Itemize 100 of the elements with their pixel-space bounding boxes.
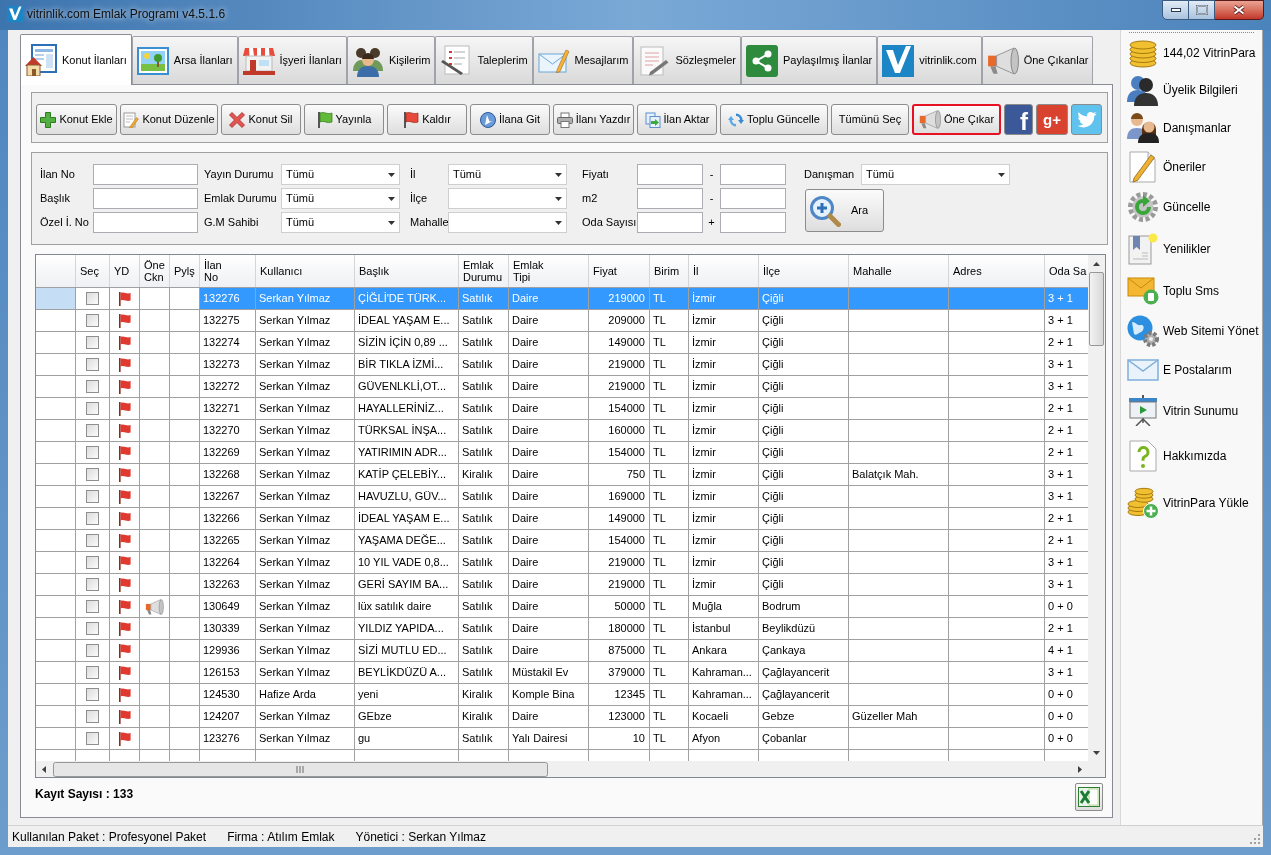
sidebar-item[interactable]: Danışmanlar	[1121, 108, 1262, 147]
resize-grip-icon[interactable]	[1249, 833, 1261, 845]
tab[interactable]: Öne Çıkanlar	[981, 36, 1094, 84]
vertical-scrollbar[interactable]	[1088, 255, 1105, 761]
table-row[interactable]: 132265 Serkan Yılmaz YAŞAMA DEĞE... Satılık Daire 154000 TL İzmir Çiğli 2 + 1	[36, 530, 1088, 552]
export-button[interactable]	[1075, 783, 1103, 811]
input-field[interactable]	[637, 188, 703, 209]
google-plus-button[interactable]: g+	[1036, 104, 1068, 135]
toolbar-button[interactable]: Konut Sil	[221, 104, 301, 135]
tab[interactable]: Sözleşmeler	[633, 36, 741, 84]
column-header[interactable]: Seç	[76, 255, 110, 287]
column-header[interactable]: Pylş	[170, 255, 200, 287]
sidebar-item[interactable]: Web Sitemi Yönet	[1121, 311, 1262, 350]
table-row[interactable]: 132275 Serkan Yılmaz İDEAL YAŞAM E... Satılık Daire 209000 TL İzmir Çiğli 3 + 1	[36, 310, 1088, 332]
toolbar-button[interactable]: Konut Düzenle	[120, 104, 218, 135]
checkbox[interactable]	[86, 688, 99, 701]
tab[interactable]: İşyeri İlanları	[237, 36, 347, 84]
column-header[interactable]: Emlak Tipi	[509, 255, 589, 287]
scroll-down-icon[interactable]	[1093, 750, 1100, 755]
scroll-up-icon[interactable]	[1093, 261, 1100, 266]
table-row[interactable]: 132263 Serkan Yılmaz GERİ SAYIM BA... Satılık Daire 219000 TL İzmir Çiğli 3 + 1	[36, 574, 1088, 596]
table-row[interactable]: 132264 Serkan Yılmaz 10 YIL VADE 0,8... Satılık Daire 219000 TL İzmir Çiğli 3 + 1	[36, 552, 1088, 574]
column-header[interactable]: Adres	[949, 255, 1045, 287]
column-header[interactable]: Başlık	[355, 255, 459, 287]
table-row[interactable]: 132273 Serkan Yılmaz BİR TIKLA İZMİ... Satılık Daire 219000 TL İzmir Çiğli 3 + 1	[36, 354, 1088, 376]
input-field[interactable]	[93, 164, 198, 185]
input-field[interactable]	[637, 212, 703, 233]
table-row[interactable]: 126153 Serkan Yılmaz BEYLİKDÜZÜ A... Satılık Müstakil Ev 379000 TL Kahraman... Çağlayancerit 3 + 1	[36, 662, 1088, 684]
input-field[interactable]	[720, 164, 786, 185]
checkbox[interactable]	[86, 644, 99, 657]
checkbox[interactable]	[86, 490, 99, 503]
table-row[interactable]: 132268 Serkan Yılmaz KATİP ÇELEBİY... Kiralık Daire 750 TL İzmir Çiğli Balatçık Mah. 3 + 1	[36, 464, 1088, 486]
checkbox[interactable]	[86, 622, 99, 635]
table-row[interactable]: 124207 Serkan Yılmaz GEbze Kiralık Daire 123000 TL Kocaeli Gebze Güzeller Mah 0 + 0	[36, 706, 1088, 728]
table-row[interactable]: 123276 Serkan Yılmaz gu Satılık Yalı Dairesi 10 TL Afyon Çobanlar 0 + 0	[36, 728, 1088, 750]
sidebar-item[interactable]: Güncelle	[1121, 186, 1262, 227]
dropdown[interactable]	[448, 212, 567, 233]
sidebar-item[interactable]: Hakkımızda	[1121, 432, 1262, 479]
scroll-left-icon[interactable]	[42, 765, 46, 773]
column-header[interactable]: Kullanıcı	[256, 255, 355, 287]
column-header[interactable]: İlan No	[200, 255, 256, 287]
column-header[interactable]: Fiyat	[589, 255, 650, 287]
sidebar-item[interactable]: E Postalarım	[1121, 350, 1262, 389]
dropdown[interactable]: Tümü	[281, 212, 400, 233]
checkbox[interactable]	[86, 380, 99, 393]
input-field[interactable]	[93, 212, 198, 233]
input-field[interactable]	[720, 188, 786, 209]
sidebar-item[interactable]: Toplu Sms	[1121, 270, 1262, 311]
table-row[interactable]: 132266 Serkan Yılmaz İDEAL YAŞAM E... Satılık Daire 149000 TL İzmir Çiğli 2 + 1	[36, 508, 1088, 530]
sidebar-item[interactable]: Yenilikler	[1121, 227, 1262, 270]
checkbox[interactable]	[86, 468, 99, 481]
table-row[interactable]: 132267 Serkan Yılmaz HAVUZLU, GÜV... Satılık Daire 169000 TL İzmir Çiğli 3 + 1	[36, 486, 1088, 508]
checkbox[interactable]	[86, 578, 99, 591]
dropdown[interactable]: Tümü	[448, 164, 567, 185]
input-field[interactable]	[637, 164, 703, 185]
dropdown[interactable]: Tümü	[281, 164, 400, 185]
twitter-button[interactable]	[1071, 104, 1102, 135]
column-header[interactable]: Emlak Durumu	[459, 255, 509, 287]
toolbar-button[interactable]: Öne Çıkar	[912, 104, 1001, 135]
table-row[interactable]: 132269 Serkan Yılmaz YATIRIMIN ADR... Satılık Daire 154000 TL İzmir Çiğli 2 + 1	[36, 442, 1088, 464]
sidebar-item[interactable]: Öneriler	[1121, 147, 1262, 186]
checkbox[interactable]	[86, 314, 99, 327]
checkbox[interactable]	[86, 292, 99, 305]
table-row[interactable]: 132270 Serkan Yılmaz TÜRKSAL İNŞA... Satılık Daire 160000 TL İzmir Çiğli 2 + 1	[36, 420, 1088, 442]
scroll-right-icon[interactable]	[1078, 765, 1082, 773]
tab[interactable]: Konut İlanları	[20, 34, 132, 85]
checkbox[interactable]	[86, 336, 99, 349]
toolbar-button[interactable]: Kaldır	[387, 104, 467, 135]
maximize-button[interactable]	[1189, 0, 1215, 20]
input-field[interactable]	[93, 188, 198, 209]
toolbar-button[interactable]: Konut Ekle	[36, 104, 117, 135]
checkbox[interactable]	[86, 358, 99, 371]
table-row[interactable]: 130339 Serkan Yılmaz YILDIZ YAPIDA... Satılık Daire 180000 TL İstanbul Beylikdüzü 2 + 1	[36, 618, 1088, 640]
checkbox[interactable]	[86, 732, 99, 745]
toolbar-button[interactable]: İlana Git	[470, 104, 550, 135]
toolbar-button[interactable]: Yayınla	[304, 104, 384, 135]
column-header[interactable]: Mahalle	[849, 255, 949, 287]
sidebar-item[interactable]: Vitrin Sunumu	[1121, 389, 1262, 432]
column-header[interactable]: YD	[110, 255, 140, 287]
sidebar-item[interactable]: 144,02 VitrinPara	[1121, 35, 1262, 71]
checkbox[interactable]	[86, 600, 99, 613]
column-header[interactable]: Birim	[650, 255, 689, 287]
table-row[interactable]: 132274 Serkan Yılmaz SİZİN İÇİN 0,89 ... Satılık Daire 149000 TL İzmir Çiğli 2 + 1	[36, 332, 1088, 354]
input-field[interactable]	[720, 212, 786, 233]
checkbox[interactable]	[86, 534, 99, 547]
table-row[interactable]: 130649 Serkan Yılmaz lüx satılık daire Satılık Daire 50000 TL Muğla Bodrum 0 + 0	[36, 596, 1088, 618]
close-button[interactable]	[1215, 0, 1264, 20]
horizontal-scrollbar[interactable]	[36, 761, 1088, 777]
tab[interactable]: Mesajlarım	[532, 36, 634, 84]
facebook-button[interactable]: f	[1004, 104, 1033, 135]
checkbox[interactable]	[86, 446, 99, 459]
tab[interactable]: Kişilerim	[346, 36, 436, 84]
tab[interactable]: vitrinlik.com	[877, 36, 982, 84]
sidebar-item[interactable]: Üyelik Bilgileri	[1121, 71, 1262, 108]
toolbar-button[interactable]: Tümünü Seç	[831, 104, 909, 135]
dropdown[interactable]	[448, 188, 567, 209]
tab[interactable]: Arsa İlanları	[131, 36, 238, 84]
dropdown[interactable]: Tümü	[861, 164, 1010, 185]
table-row[interactable]: 129936 Serkan Yılmaz SİZİ MUTLU ED... Satılık Daire 875000 TL Ankara Çankaya 4 + 1	[36, 640, 1088, 662]
checkbox[interactable]	[86, 710, 99, 723]
